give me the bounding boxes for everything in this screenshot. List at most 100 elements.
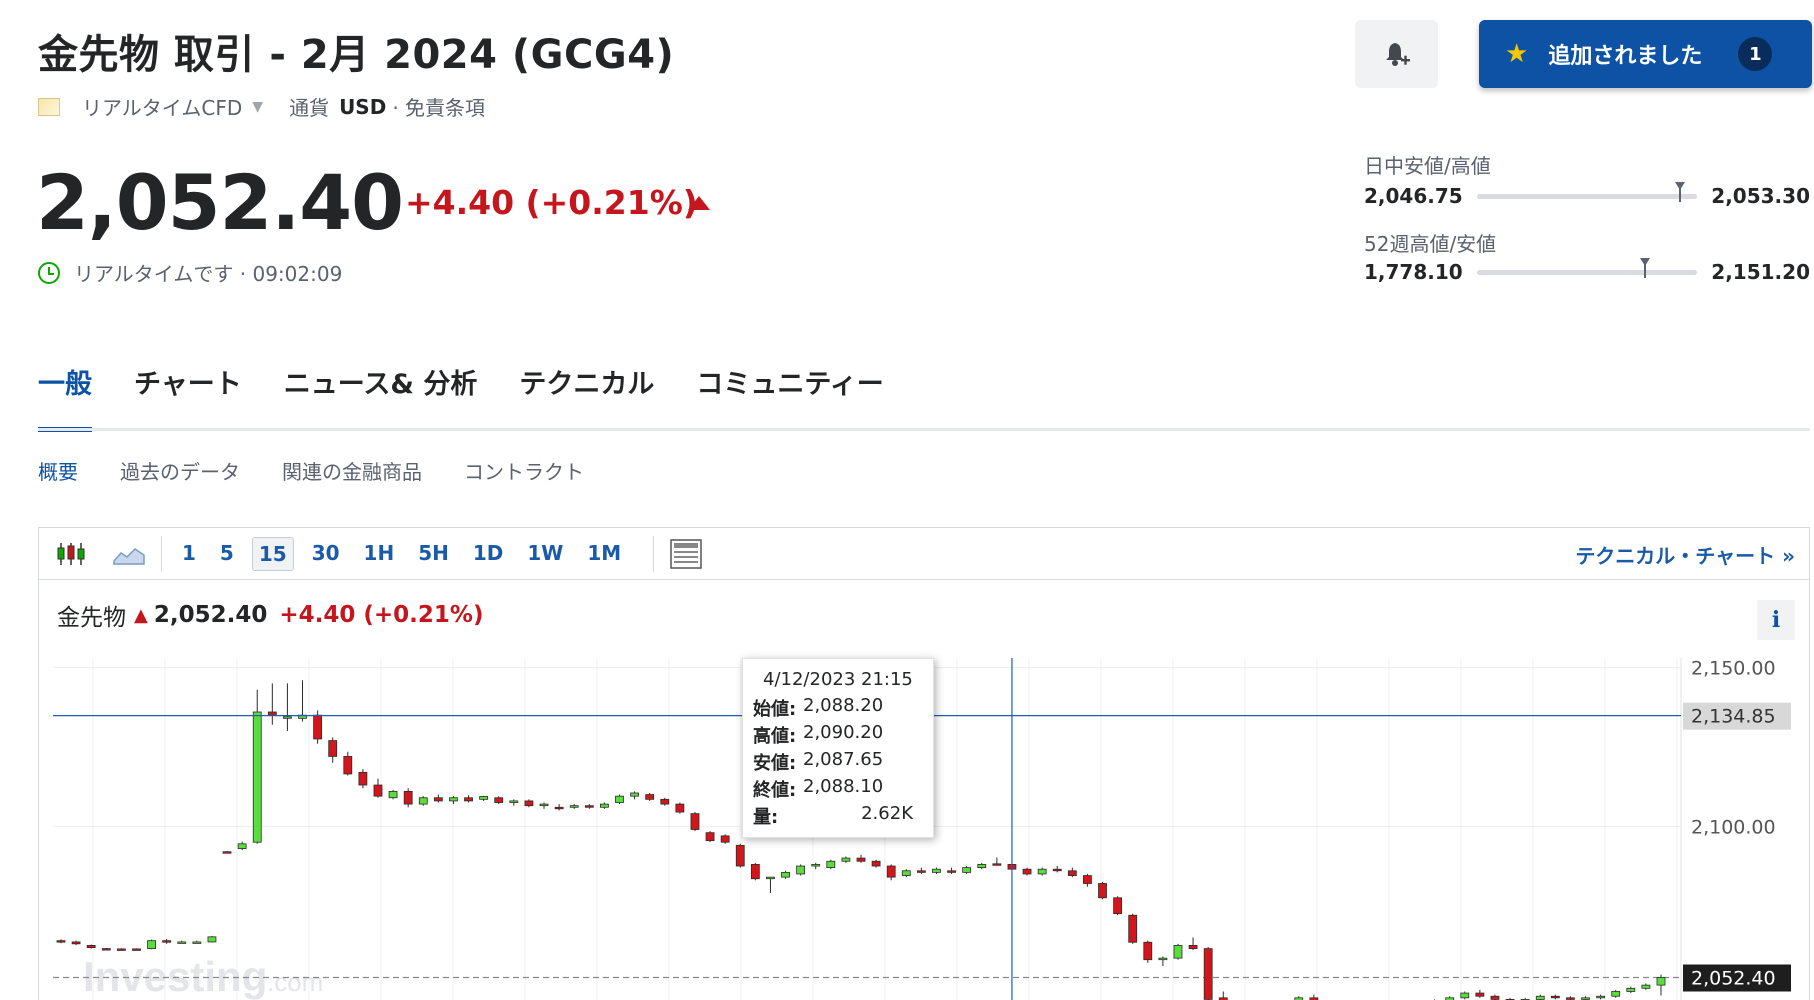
candle-body [735, 844, 745, 867]
price-change: +4.40 (+0.21%) [405, 183, 698, 222]
instrument-meta: リアルタイムCFD ▼ 通貨 USD · 免責条項 [38, 92, 485, 121]
candle-body [464, 797, 473, 802]
crosshair-price-label: 2,134.85 [1691, 706, 1776, 728]
timeframe-1-button[interactable]: 1 [176, 537, 202, 571]
candle-body [313, 714, 323, 740]
candle-body [1158, 957, 1168, 961]
y-tick-label: 2,100.00 [1691, 816, 1776, 838]
technical-chart-link[interactable]: テクニカル・チャート » [1575, 540, 1795, 569]
y-tick-label: 2,150.00 [1691, 658, 1776, 680]
tab-community[interactable]: コミュニティー [696, 362, 883, 432]
candle-body [162, 940, 172, 943]
create-alert-button[interactable] [1355, 20, 1438, 88]
candle-body [584, 805, 594, 808]
candle-body [207, 936, 217, 943]
candle-body [479, 796, 489, 800]
timeframe-1h-button[interactable]: 1H [358, 537, 401, 571]
subtab-related-instruments[interactable]: 関連の金融商品 [282, 456, 422, 485]
subtab-historical-data[interactable]: 過去のデータ [120, 456, 240, 485]
legend-change: +4.40 (+0.21%) [279, 602, 484, 628]
tab-news-analysis[interactable]: ニュース& 分析 [284, 362, 478, 432]
tooltip-volume: 2.62K [861, 803, 913, 824]
tab-chart[interactable]: チャート [134, 362, 242, 432]
main-tabs: 一般 チャート ニュース& 分析 テクニカル コミュニティー [38, 362, 926, 432]
tab-general[interactable]: 一般 [38, 362, 92, 432]
chevron-down-icon[interactable]: ▼ [252, 99, 263, 115]
day-low: 2,046.75 [1364, 184, 1463, 208]
area-chart-icon[interactable] [111, 537, 147, 571]
candle-body [328, 740, 338, 757]
sub-tabs: 概要 過去のデータ 関連の金融商品 コントラクト [38, 456, 626, 485]
candle-body [388, 790, 398, 799]
tooltip-high: 2,090.20 [803, 722, 884, 743]
day-high: 2,053.30 [1711, 184, 1810, 208]
day-range-marker [1675, 181, 1686, 202]
candlestick-chart-icon[interactable] [53, 537, 89, 571]
candle-body [690, 813, 700, 830]
candle-body [1022, 868, 1032, 875]
candle-body [1098, 883, 1107, 899]
timeframe-1m-button[interactable]: 1M [581, 537, 627, 571]
star-icon: ★ [1505, 39, 1529, 69]
candle-body [1203, 948, 1213, 1000]
candle-body [1490, 995, 1500, 1000]
candle-body [1535, 995, 1545, 1000]
candle-body [524, 800, 534, 807]
chart-layout-icon[interactable] [668, 537, 704, 571]
chart-info-button[interactable]: i [1757, 600, 1795, 640]
candle-body [1128, 914, 1138, 943]
candle-body [766, 876, 775, 880]
tooltip-open-label: 始値: [753, 699, 797, 720]
watchlist-button[interactable]: ★ 追加されました 1 [1479, 20, 1812, 88]
subtab-overview[interactable]: 概要 [38, 456, 78, 485]
investing-watermark: Investing [83, 953, 267, 1000]
candle-body [449, 797, 458, 802]
tab-technical[interactable]: テクニカル [519, 362, 654, 432]
last-price: 2,052.40 [36, 158, 404, 247]
subtab-contracts[interactable]: コントラクト [464, 456, 584, 485]
tooltip-date: 4/12/2023 21:15 [763, 669, 913, 690]
legend-instrument-name: 金先物 [57, 605, 126, 631]
candle-body [811, 864, 821, 867]
tabs-divider [38, 428, 1810, 431]
tooltip-close: 2,088.10 [803, 776, 884, 797]
timeframe-15-button[interactable]: 15 [251, 536, 294, 571]
week52-high: 2,151.20 [1711, 260, 1810, 284]
candle-body [177, 941, 187, 944]
candle-body [403, 790, 413, 805]
candle-body [509, 800, 519, 803]
candle-body [86, 945, 96, 949]
candle-body [1143, 941, 1153, 961]
up-arrow-icon [688, 196, 710, 210]
timeframe-5h-button[interactable]: 5H [412, 537, 455, 571]
timeframe-5-button[interactable]: 5 [214, 537, 240, 571]
candle-body [1052, 868, 1062, 872]
candle-body [101, 948, 111, 951]
tooltip-low: 2,087.65 [803, 749, 884, 770]
candle-body [554, 806, 564, 810]
week52-range: 1,778.10 2,151.20 [1364, 257, 1810, 284]
candle-body [252, 711, 262, 843]
timeframe-30-button[interactable]: 30 [306, 537, 346, 571]
bell-plus-icon [1385, 43, 1410, 66]
candle-body [630, 792, 639, 797]
ohlc-tooltip: 4/12/2023 21:15 始値: 2,088.20 高値: 2,090.20 … [742, 658, 934, 838]
candle-body [116, 948, 126, 951]
candle-body [1596, 995, 1606, 999]
candle-body [1611, 991, 1621, 997]
candle-body [660, 798, 670, 805]
disclaimer-link[interactable]: · 免責条項 [392, 92, 485, 121]
candle-body [433, 797, 443, 802]
candle-body [1083, 875, 1092, 884]
candle-body [962, 867, 972, 873]
flag-icon [38, 97, 60, 116]
candle-body [1188, 945, 1198, 949]
candle-body [494, 797, 504, 803]
timeframe-1w-button[interactable]: 1W [521, 537, 569, 571]
timeframe-1d-button[interactable]: 1D [467, 537, 510, 571]
data-source-select[interactable]: リアルタイムCFD [82, 92, 242, 121]
candle-body [222, 851, 232, 854]
candle-body [418, 797, 428, 805]
watchlist-label: 追加されました [1548, 44, 1703, 69]
tooltip-volume-label: 量: [753, 807, 779, 828]
